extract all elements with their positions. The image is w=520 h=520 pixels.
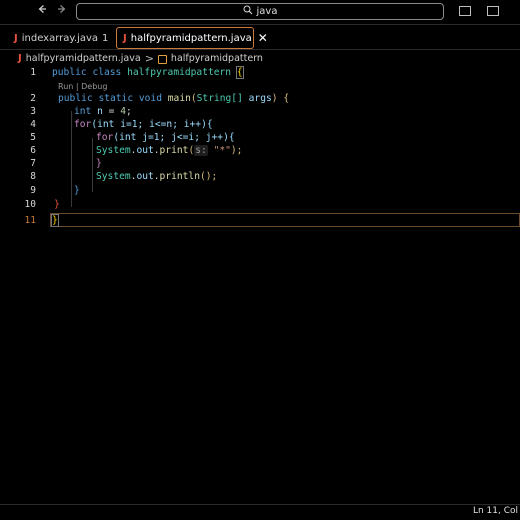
paren: ) — [271, 93, 278, 104]
code-text: int n = 4; — [74, 105, 132, 118]
method-name: println — [159, 171, 200, 182]
brace: { — [283, 93, 290, 104]
brace: } — [74, 185, 80, 196]
tab-label: indexarray.java — [21, 32, 99, 44]
keyword: class — [92, 67, 122, 78]
class-name: halfpyramidpattern — [127, 67, 232, 78]
code-text: } — [74, 184, 80, 197]
code-text: } — [51, 214, 59, 227]
title-bar: java — [0, 0, 520, 24]
paren: ); — [230, 145, 243, 156]
method-name: main — [167, 93, 191, 104]
class-name: System — [96, 171, 131, 182]
breadcrumb-file[interactable]: halfpyramidpattern.java — [26, 53, 141, 64]
java-file-icon: J — [14, 32, 18, 44]
code-line-8: 8 System.out.println(); — [0, 170, 520, 183]
code-text: for(int i=1; i<=n; i++){ — [74, 118, 213, 131]
line-number: 10 — [24, 199, 36, 210]
tab-indexarray[interactable]: J indexarray.java 1 — [8, 27, 114, 49]
semicolon: ; — [126, 106, 132, 117]
field: out — [136, 171, 154, 182]
code-editor[interactable]: 1 public class halfpyramidpattern { Run … — [0, 66, 520, 504]
code-line-2: 2 public static void main(String[] args)… — [0, 92, 520, 105]
tab-halfpyramidpattern[interactable]: J halfpyramidpattern.java ✕ — [116, 27, 268, 49]
code-text: System.out.print(s: "*"); — [96, 144, 242, 157]
code-text: System.out.println(); — [96, 170, 217, 183]
line-number: 8 — [30, 171, 36, 182]
line-number: 1 — [30, 67, 36, 78]
line-number: 9 — [30, 185, 36, 196]
chevron-right-icon: > — [144, 51, 154, 65]
type-name: String[] — [196, 93, 243, 104]
breadcrumb: J halfpyramidpattern.java > halfpyramidp… — [0, 50, 520, 66]
keyword: int — [74, 106, 92, 117]
brace: } — [54, 199, 60, 210]
parameter-hint: s: — [194, 145, 208, 156]
tab-label: halfpyramidpattern.java — [130, 32, 252, 44]
brace: } — [51, 214, 59, 227]
line-number: 11 — [24, 215, 36, 226]
class-name: System — [96, 145, 131, 156]
string-literal: "*" — [213, 145, 231, 156]
code-line-10: 10 } — [0, 198, 520, 211]
toggle-panel-icon[interactable] — [487, 6, 499, 16]
search-text: java — [256, 6, 278, 17]
line-number: 6 — [30, 145, 36, 156]
operator: = — [102, 106, 121, 117]
keyword: for — [74, 119, 92, 130]
method-name: print — [159, 145, 189, 156]
for-clause: (int i=1; i<=n; i++){ — [91, 119, 213, 130]
code-line-7: 7 } — [0, 157, 520, 170]
line-number: 5 — [30, 132, 36, 143]
line-number: 3 — [30, 106, 36, 117]
close-icon[interactable]: ✕ — [258, 31, 268, 45]
arrow-right-icon[interactable] — [54, 3, 70, 19]
keyword: public — [58, 93, 93, 104]
line-number: 4 — [30, 119, 36, 130]
line-number: 7 — [30, 158, 36, 169]
code-line-4: 4 for(int i=1; i<=n; i++){ — [0, 118, 520, 131]
problem-count-badge: 1 — [102, 32, 109, 44]
arrow-left-icon[interactable] — [34, 3, 50, 19]
code-text: } — [54, 198, 60, 211]
code-text: public class halfpyramidpattern { — [52, 66, 244, 79]
field: out — [136, 145, 154, 156]
code-line-9: 9 } — [0, 184, 520, 197]
class-symbol-icon — [157, 54, 167, 64]
code-text: public static void main(String[] args) { — [58, 92, 289, 105]
status-bar: Ln 11, Col — [0, 504, 520, 520]
call-parens: (); — [199, 171, 218, 182]
code-line-1: 1 public class halfpyramidpattern { — [0, 66, 520, 79]
code-line-11: 11 } — [0, 214, 520, 227]
cursor-position[interactable]: Ln 11, Col — [473, 506, 518, 516]
keyword: for — [96, 132, 114, 143]
keyword: public — [52, 67, 87, 78]
code-line-6: 6 System.out.print(s: "*"); — [0, 144, 520, 157]
keyword: static — [98, 93, 134, 104]
code-text: } — [96, 157, 102, 170]
java-file-icon: J — [123, 32, 127, 44]
breadcrumb-symbol[interactable]: halfpyramidpattern — [171, 53, 263, 64]
editor-tab-bar: J indexarray.java 1 J halfpyramidpattern… — [0, 24, 520, 50]
search-icon — [243, 5, 253, 18]
toggle-sidebar-icon[interactable] — [459, 6, 471, 16]
java-file-icon: J — [18, 52, 22, 64]
command-center-search[interactable]: java — [76, 3, 444, 20]
code-line-3: 3 int n = 4; — [0, 105, 520, 118]
parameter: args — [248, 93, 272, 104]
brace: { — [235, 66, 244, 79]
code-line-5: 5 for(int j=1; j<=i; j++){ — [0, 131, 520, 144]
for-clause: (int j=1; j<=i; j++){ — [113, 132, 235, 143]
brace: } — [96, 158, 102, 169]
code-text: for(int j=1; j<=i; j++){ — [96, 131, 235, 144]
line-number: 2 — [30, 93, 36, 104]
codelens-run-debug[interactable]: Run | Debug — [58, 82, 107, 91]
keyword: void — [138, 93, 162, 104]
